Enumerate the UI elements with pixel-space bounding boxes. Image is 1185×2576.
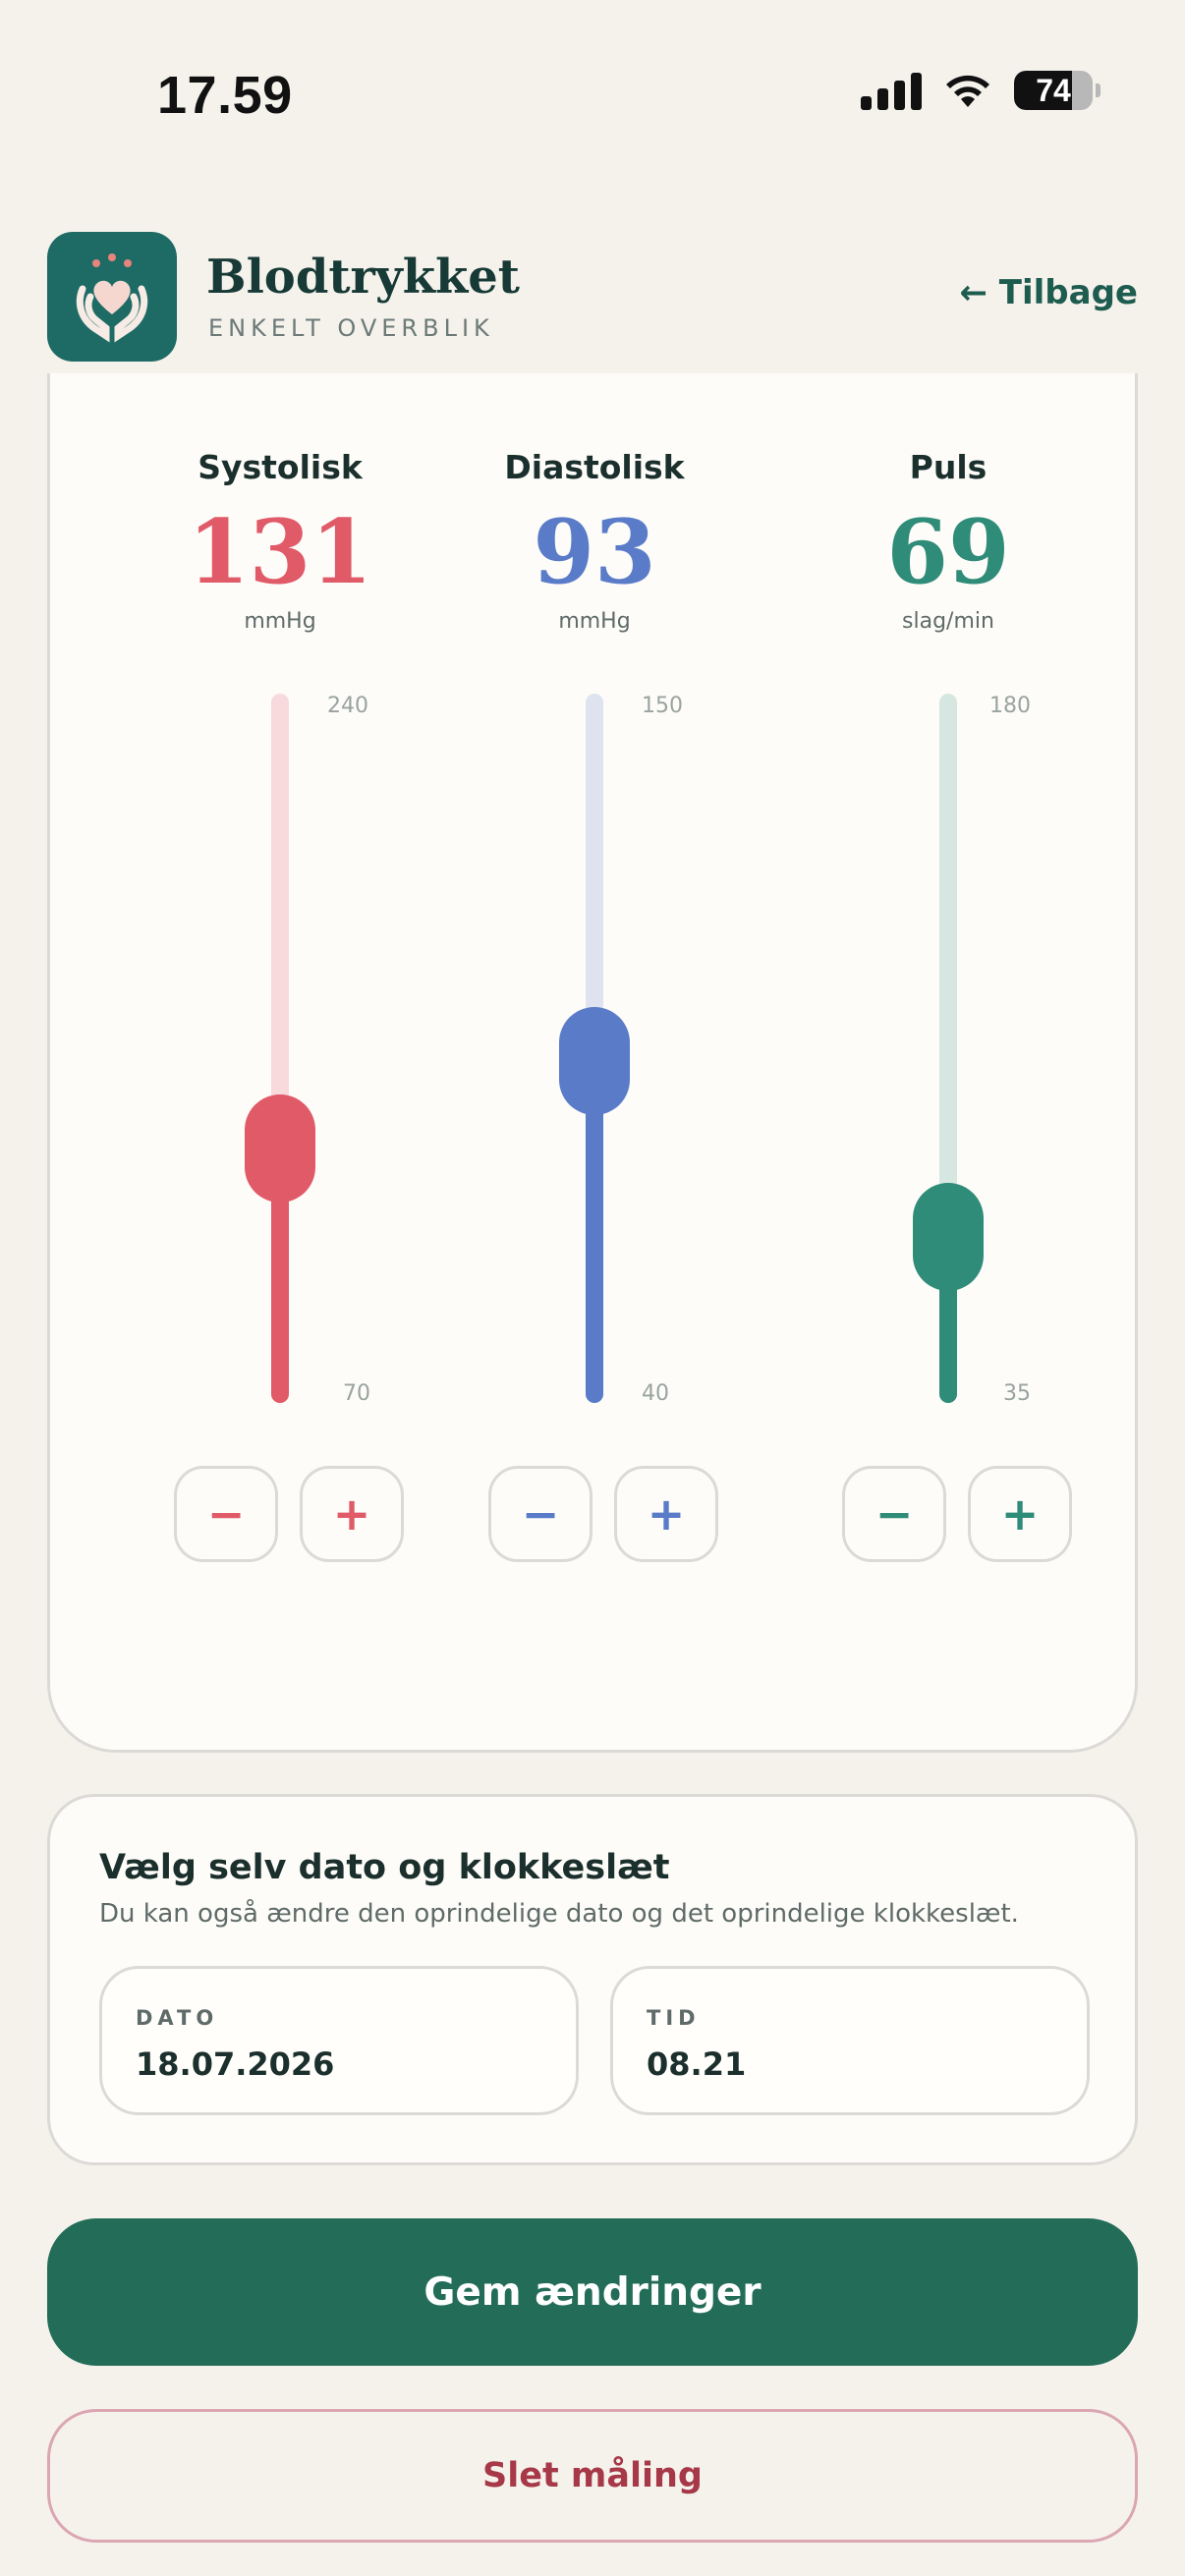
systolic-unit: mmHg — [244, 609, 316, 634]
diastolic-slider[interactable] — [559, 694, 630, 1403]
time-field[interactable]: TID 08.21 — [610, 1966, 1090, 2115]
status-icons: 74 — [861, 71, 1100, 110]
diastolic-unit: mmHg — [558, 609, 631, 634]
diastolic-min-label: 40 — [642, 1381, 669, 1406]
systolic-max-label: 240 — [327, 694, 368, 718]
pulse-slider[interactable] — [913, 694, 984, 1403]
status-time: 17.59 — [157, 66, 293, 125]
delete-measurement-button[interactable]: Slet måling — [47, 2409, 1138, 2543]
pulse-decrease-button[interactable]: − — [842, 1466, 946, 1562]
time-field-value: 08.21 — [647, 2045, 747, 2083]
battery-icon: 74 — [1014, 71, 1093, 110]
save-changes-button[interactable]: Gem ændringer — [47, 2218, 1138, 2366]
date-field[interactable]: DATO 18.07.2026 — [99, 1966, 579, 2115]
app-subtitle: ENKELT OVERBLIK — [208, 314, 494, 342]
diastolic-slider-thumb[interactable] — [559, 1006, 630, 1115]
date-field-value: 18.07.2026 — [136, 2045, 335, 2083]
back-button[interactable]: ← Tilbage — [959, 273, 1138, 312]
wifi-icon — [946, 75, 989, 107]
diastolic-decrease-button[interactable]: − — [488, 1466, 592, 1562]
datetime-title: Vælg selv dato og klokkeslæt — [99, 1848, 670, 1887]
systolic-slider[interactable] — [245, 694, 315, 1403]
diastolic-increase-button[interactable]: + — [614, 1466, 718, 1562]
pulse-value: 69 — [886, 500, 1010, 604]
pulse-label: Puls — [909, 448, 988, 486]
pulse-slider-thumb[interactable] — [913, 1183, 984, 1292]
battery-percent: 74 — [1036, 72, 1071, 108]
time-field-label: TID — [647, 2006, 701, 2030]
pulse-min-label: 35 — [1003, 1381, 1031, 1406]
datetime-subtitle: Du kan også ændre den oprindelige dato o… — [99, 1899, 1019, 1929]
systolic-min-label: 70 — [343, 1381, 370, 1406]
pulse-unit: slag/min — [902, 609, 994, 634]
systolic-value: 131 — [188, 500, 372, 604]
cellular-signal-icon — [861, 71, 922, 110]
systolic-label: Systolisk — [198, 448, 363, 486]
pulse-increase-button[interactable]: + — [968, 1466, 1072, 1562]
pulse-max-label: 180 — [989, 694, 1031, 718]
systolic-increase-button[interactable]: + — [300, 1466, 404, 1562]
datetime-card: Vælg selv dato og klokkeslæt Du kan også… — [47, 1794, 1138, 2165]
diastolic-value: 93 — [533, 500, 656, 604]
diastolic-max-label: 150 — [642, 694, 683, 718]
app-title: Blodtrykket — [206, 250, 520, 305]
diastolic-label: Diastolisk — [504, 448, 685, 486]
measurement-card: Systolisk 131 mmHg 240 70 − + Diastolisk… — [47, 373, 1138, 1753]
systolic-slider-thumb[interactable] — [245, 1093, 315, 1203]
date-field-label: DATO — [136, 2006, 219, 2030]
heart-hands-icon — [76, 253, 148, 343]
app-logo — [47, 232, 177, 362]
systolic-decrease-button[interactable]: − — [174, 1466, 278, 1562]
